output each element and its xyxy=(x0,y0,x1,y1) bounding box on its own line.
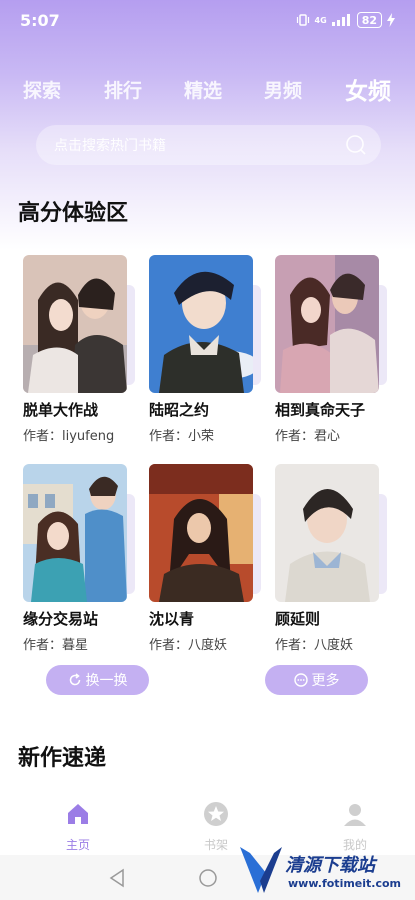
book-author: 作者：liyufeng xyxy=(23,429,115,444)
status-bar: 5:07 4G 82 xyxy=(0,0,415,40)
status-icons: 4G 82 xyxy=(296,12,395,28)
star-icon xyxy=(204,802,228,826)
nav-home[interactable]: 主页 xyxy=(48,801,108,853)
nav-bookshelf[interactable]: 书架 xyxy=(186,801,246,853)
book-card[interactable]: 陆昭之约 作者：小荣 xyxy=(149,255,261,444)
book-card[interactable]: 缘分交易站 作者：暮星 xyxy=(23,464,135,653)
book-card[interactable]: 脱单大作战 作者：liyufeng xyxy=(23,255,135,444)
nav-home-label: 主页 xyxy=(65,838,90,852)
book-cover[interactable] xyxy=(23,255,127,393)
book-author: 作者：小荣 xyxy=(149,429,215,444)
category-tabs: 探索 排行 精选 男频 女频 xyxy=(0,70,415,106)
watermark-logo xyxy=(240,847,282,893)
book-author: 作者：八度妖 xyxy=(275,638,354,653)
signal-icon xyxy=(331,14,350,26)
back-icon[interactable] xyxy=(108,868,126,888)
book-title: 缘分交易站 xyxy=(23,610,99,628)
battery-level: 82 xyxy=(361,13,377,27)
book-author: 作者：君心 xyxy=(275,429,341,444)
book-title: 相到真命天子 xyxy=(275,401,366,419)
book-card[interactable]: 相到真命天子 作者：君心 xyxy=(275,255,387,444)
tab-explore[interactable]: 探索 xyxy=(23,76,61,103)
home-nav-icon[interactable] xyxy=(198,868,218,888)
section-title-new-releases: 新作速递 xyxy=(18,746,107,771)
tab-featured[interactable]: 精选 xyxy=(184,76,222,103)
book-cover[interactable] xyxy=(275,255,379,393)
tab-ranking[interactable]: 排行 xyxy=(104,76,142,103)
book-card[interactable]: 顾延则 作者：八度妖 xyxy=(275,464,387,653)
book-cover[interactable] xyxy=(275,464,379,602)
book-title: 陆昭之约 xyxy=(149,401,210,419)
book-title: 脱单大作战 xyxy=(23,401,99,419)
refresh-label: 换一换 xyxy=(85,673,128,689)
search-input[interactable]: 点击搜索热门书籍 xyxy=(36,125,381,165)
book-author: 作者：八度妖 xyxy=(149,638,228,653)
tab-male[interactable]: 男频 xyxy=(264,76,302,103)
network-label: 4G xyxy=(314,15,327,25)
tab-female[interactable]: 女频 xyxy=(345,72,391,106)
vibrate-icon xyxy=(296,14,309,26)
book-title: 顾延则 xyxy=(275,610,321,628)
more-button[interactable]: 更多 xyxy=(265,665,368,695)
battery-indicator: 82 xyxy=(356,12,382,28)
book-cover[interactable] xyxy=(149,255,253,393)
section-title-high-score: 高分体验区 xyxy=(18,201,129,226)
status-time: 5:07 xyxy=(20,10,60,30)
refresh-icon xyxy=(69,673,80,686)
book-title: 沈以青 xyxy=(149,610,195,628)
user-icon xyxy=(344,804,366,826)
home-icon xyxy=(68,804,88,824)
search-icon[interactable] xyxy=(345,134,367,156)
watermark: 清源下载站 www.fotimeit.com xyxy=(238,845,413,897)
watermark-url: www.fotimeit.com xyxy=(288,877,402,890)
charging-icon xyxy=(387,13,395,27)
search-placeholder: 点击搜索热门书籍 xyxy=(54,138,166,154)
book-author: 作者：暮星 xyxy=(23,638,89,653)
more-label: 更多 xyxy=(311,673,340,689)
book-cover[interactable] xyxy=(23,464,127,602)
refresh-button[interactable]: 换一换 xyxy=(46,665,149,695)
book-cover[interactable] xyxy=(149,464,253,602)
book-card[interactable]: 沈以青 作者：八度妖 xyxy=(149,464,261,653)
more-icon xyxy=(293,673,308,687)
nav-bookshelf-label: 书架 xyxy=(203,838,228,852)
watermark-name: 清源下载站 xyxy=(285,855,375,876)
